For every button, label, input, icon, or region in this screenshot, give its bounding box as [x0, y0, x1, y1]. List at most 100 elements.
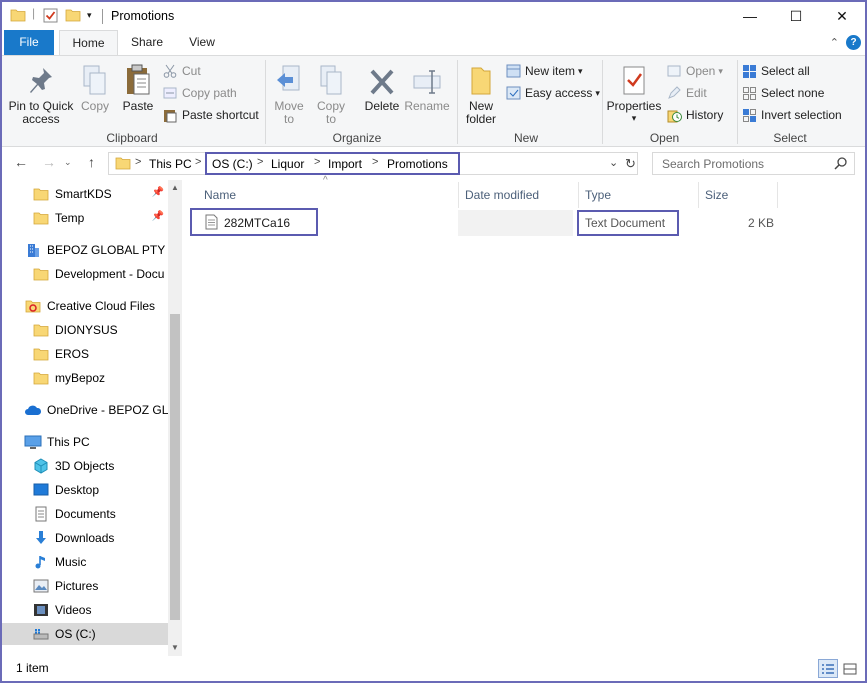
select-all-icon [741, 63, 757, 79]
back-arrow-icon[interactable]: ← [14, 154, 28, 170]
easy-access-button[interactable]: Easy access ▾ [505, 84, 600, 102]
nav-pane-scrollbar[interactable]: ▲ ▼ [168, 180, 182, 656]
nav-item-eros[interactable]: EROS [2, 343, 168, 365]
edit-label: Edit [686, 86, 707, 100]
column-header-date-modified[interactable]: Date modified [465, 188, 539, 202]
nav-item-videos[interactable]: Videos [2, 599, 168, 621]
item-count: 1 item [16, 661, 49, 675]
title-bar: | ▾ Promotions — ☐ ✕ [2, 2, 865, 30]
search-box[interactable]: Search Promotions [652, 152, 855, 175]
nav-item-documents[interactable]: Documents [2, 503, 168, 525]
nav-item-downloads[interactable]: Downloads [2, 527, 168, 549]
copy-path-button[interactable]: Copy path [162, 84, 237, 102]
scissors-icon [162, 63, 178, 79]
scroll-down-icon[interactable]: ▼ [171, 643, 179, 652]
help-icon[interactable]: ? [846, 35, 861, 50]
properties-button[interactable]: Properties ▾ [606, 62, 662, 123]
address-dropdown-icon[interactable]: ⌄ [609, 156, 618, 169]
folder-icon[interactable] [10, 8, 26, 25]
pin-quick-access-button[interactable]: Pin to Quick access [6, 62, 76, 126]
new-folder-label: New folder [465, 99, 497, 126]
maximize-button[interactable]: ☐ [773, 2, 819, 30]
tab-file[interactable]: File [4, 30, 54, 55]
minimize-button[interactable]: — [727, 2, 773, 30]
cut-button[interactable]: Cut [162, 62, 201, 80]
nav-item-creative-cloud[interactable]: Creative Cloud Files [2, 295, 168, 317]
nav-item-os-c[interactable]: OS (C:) [2, 623, 168, 645]
scrollbar-thumb[interactable] [170, 314, 180, 620]
copy-path-label: Copy path [182, 86, 237, 100]
column-divider[interactable] [578, 182, 579, 208]
nav-item-temp[interactable]: Temp 📌 [2, 207, 168, 229]
nav-item-smartkds[interactable]: SmartKDS 📌 [2, 183, 168, 205]
scroll-up-icon[interactable]: ▲ [171, 183, 179, 192]
recent-locations-icon[interactable]: ⌄ [64, 157, 72, 168]
pin-icon[interactable]: 📌 [152, 211, 164, 222]
nav-item-label: Development - Docu [55, 267, 165, 281]
column-header-type[interactable]: Type [585, 188, 611, 202]
refresh-icon[interactable]: ↻ [625, 156, 636, 172]
nav-item-pictures[interactable]: Pictures [2, 575, 168, 597]
nav-item-onedrive[interactable]: OneDrive - BEPOZ GLC [2, 399, 168, 421]
open-button[interactable]: Open ▾ [666, 62, 723, 80]
large-icons-view-icon[interactable] [840, 659, 860, 678]
tab-share[interactable]: Share [122, 30, 172, 55]
nav-item-label: Creative Cloud Files [47, 299, 156, 313]
close-button[interactable]: ✕ [819, 2, 865, 30]
column-divider[interactable] [777, 182, 778, 208]
properties-check-icon[interactable] [43, 8, 58, 26]
search-icon[interactable] [834, 156, 848, 173]
organize-group-label: Organize [332, 131, 382, 145]
select-all-button[interactable]: Select all [741, 62, 810, 80]
paste-button[interactable]: Paste [118, 62, 158, 113]
nav-item-this-pc[interactable]: This PC [2, 431, 168, 453]
forward-arrow-icon[interactable]: → [42, 154, 56, 170]
delete-button[interactable]: Delete [362, 62, 402, 113]
folder-icon [32, 346, 50, 362]
window-title: Promotions [111, 9, 175, 23]
tab-home[interactable]: Home [59, 30, 118, 55]
nav-item-development[interactable]: Development - Docu [2, 263, 168, 285]
column-header-name[interactable]: Name [204, 188, 236, 202]
copy-to-button[interactable]: Copy to [312, 62, 350, 126]
search-input[interactable]: Search Promotions [662, 157, 764, 171]
details-view-icon[interactable] [818, 659, 838, 678]
rename-button[interactable]: Rename [404, 62, 450, 113]
pin-icon[interactable]: 📌 [152, 187, 164, 198]
nav-item-dionysus[interactable]: DIONYSUS [2, 319, 168, 341]
nav-item-desktop[interactable]: Desktop [2, 479, 168, 501]
up-arrow-icon[interactable]: ↑ [88, 154, 95, 170]
paste-shortcut-button[interactable]: Paste shortcut [162, 106, 259, 124]
address-bar[interactable]: > This PC > OS (C:) > Liquor > Import > … [108, 152, 638, 175]
new-item-button[interactable]: New item ▾ [505, 62, 583, 80]
new-folder-button[interactable]: New folder [462, 62, 500, 126]
drive-icon [32, 626, 50, 642]
nav-item-3d-objects[interactable]: 3D Objects [2, 455, 168, 477]
collapse-ribbon-icon[interactable]: ⌃ [830, 36, 839, 49]
breadcrumb-this-pc[interactable]: This PC [149, 157, 192, 171]
edit-button[interactable]: Edit [666, 84, 707, 102]
onedrive-icon [24, 402, 42, 418]
move-to-button[interactable]: Move to [270, 62, 308, 126]
nav-item-music[interactable]: Music [2, 551, 168, 573]
column-divider[interactable] [698, 182, 699, 208]
easy-access-label: Easy access [525, 86, 593, 100]
customize-dropdown-icon[interactable]: ▾ [87, 10, 92, 21]
nav-item-bepoz-global[interactable]: BEPOZ GLOBAL PTY LI [2, 239, 168, 261]
music-icon [32, 554, 50, 570]
nav-item-label: Desktop [55, 483, 100, 497]
select-none-button[interactable]: Select none [741, 84, 824, 102]
copy-button[interactable]: Copy [78, 62, 112, 113]
column-divider[interactable] [458, 182, 459, 208]
nav-item-mybepoz[interactable]: myBepoz [2, 367, 168, 389]
table-row[interactable]: 282MTCa16 Text Document 2 KB [182, 208, 782, 238]
new-folder-icon[interactable] [65, 8, 81, 25]
select-none-label: Select none [761, 86, 825, 100]
toolbar-divider: | [32, 6, 36, 20]
column-header-size[interactable]: Size [705, 188, 728, 202]
tab-view[interactable]: View [178, 30, 226, 55]
easy-access-icon [505, 85, 521, 101]
invert-selection-button[interactable]: Invert selection [741, 106, 842, 124]
file-name[interactable]: 282MTCa16 [224, 216, 290, 230]
history-button[interactable]: History [666, 106, 723, 124]
